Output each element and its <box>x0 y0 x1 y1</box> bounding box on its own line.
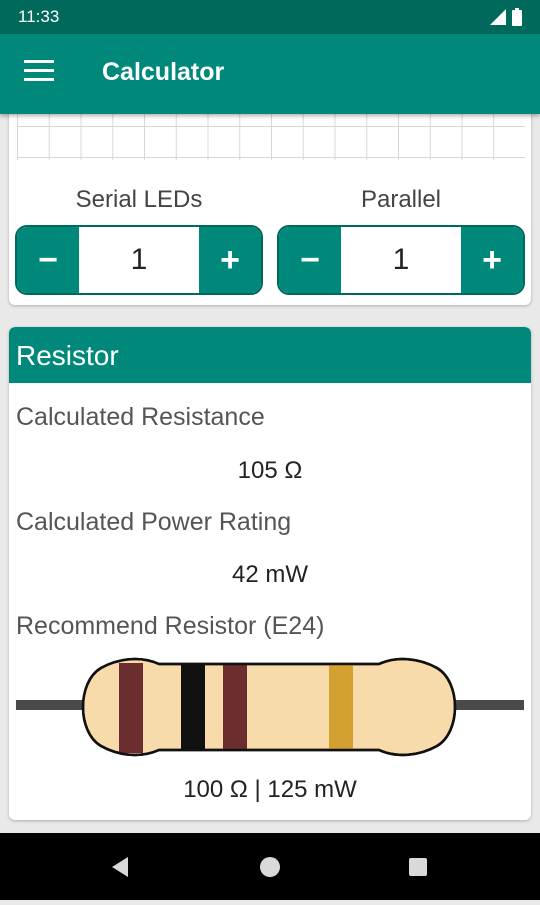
resistor-lead-right <box>454 700 524 710</box>
battery-icon <box>512 8 522 26</box>
status-bar: 11:33 <box>0 0 540 34</box>
power-rating-value: 42 mW <box>231 561 308 588</box>
recommended-resistor-value: 100 Ω | 125 mW <box>183 776 357 803</box>
resistor-band-3 <box>223 664 247 750</box>
power-rating-label: Calculated Power Rating <box>16 508 292 536</box>
resistor-lead-left <box>16 700 86 710</box>
resistor-card: Resistor Calculated Resistance 105 Ω Cal… <box>9 327 531 820</box>
parallel-stepper: − 1 + <box>277 225 525 295</box>
resistor-band-1 <box>119 663 143 753</box>
recommend-resistor-label: Recommend Resistor (E24) <box>16 612 325 640</box>
parallel-decrement-button[interactable]: − <box>279 227 341 293</box>
resistance-value: 105 Ω <box>237 457 303 484</box>
home-icon[interactable] <box>240 833 300 900</box>
resistor-band-2 <box>181 664 205 750</box>
signal-icon <box>490 9 506 25</box>
serial-increment-button[interactable]: + <box>199 227 261 293</box>
led-config-card: Serial LEDs − 1 + Parallel − 1 + <box>9 100 531 305</box>
serial-decrement-button[interactable]: − <box>17 227 79 293</box>
serial-leds-value[interactable]: 1 <box>79 227 199 293</box>
graph-grid <box>17 112 525 160</box>
hamburger-menu-icon[interactable] <box>24 60 54 86</box>
resistor-title: Resistor <box>16 340 119 371</box>
back-icon[interactable] <box>90 833 150 900</box>
recents-icon[interactable] <box>388 833 448 900</box>
serial-leds-stepper: − 1 + <box>15 225 263 295</box>
resistance-label: Calculated Resistance <box>16 403 265 431</box>
resistor-tolerance-band <box>329 664 353 750</box>
parallel-value[interactable]: 1 <box>341 227 461 293</box>
resistor-header: Resistor <box>9 327 531 383</box>
status-time: 11:33 <box>18 7 60 26</box>
parallel-increment-button[interactable]: + <box>461 227 523 293</box>
navigation-bar <box>0 833 540 900</box>
parallel-label: Parallel <box>360 186 442 213</box>
app-title: Calculator <box>102 58 225 86</box>
serial-leds-label: Serial LEDs <box>75 186 203 213</box>
status-icons <box>490 8 522 26</box>
resistor-illustration <box>16 657 524 757</box>
app-bar: Calculator <box>0 34 540 114</box>
